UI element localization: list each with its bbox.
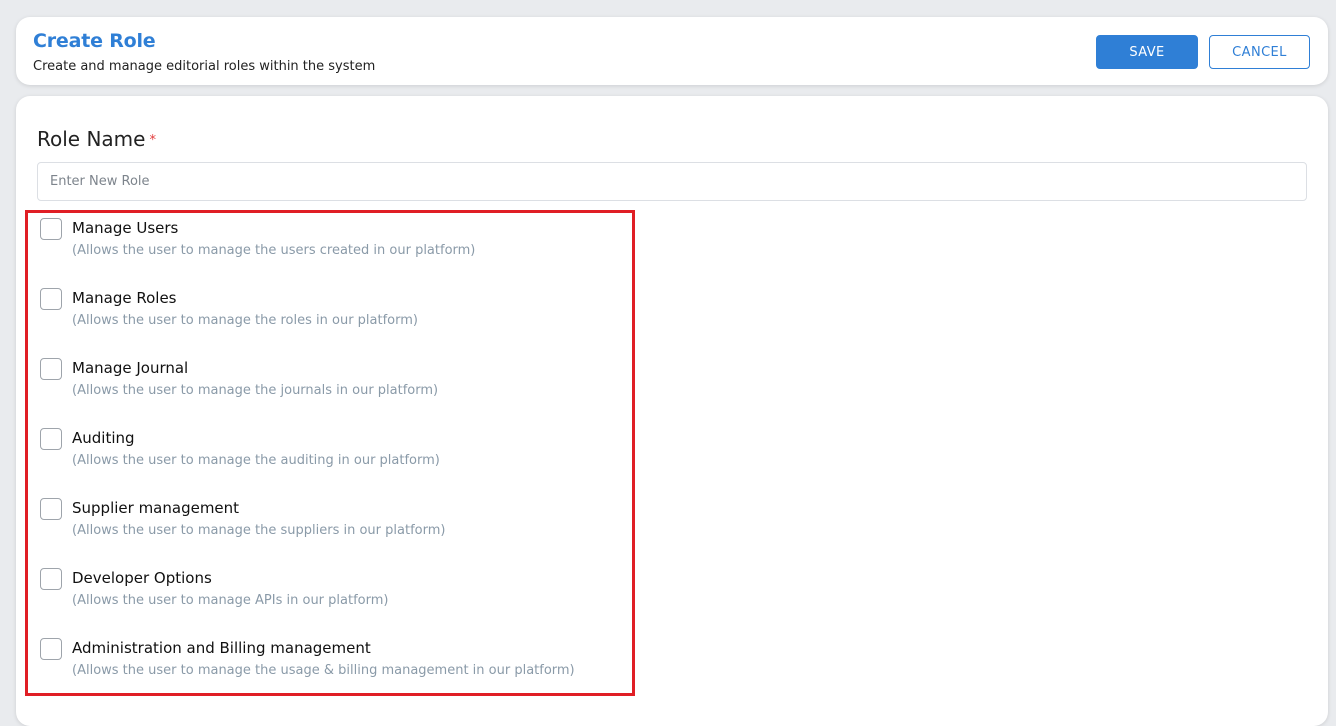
required-marker: * (149, 133, 156, 148)
permission-title: Developer Options (72, 569, 212, 587)
permission-title: Administration and Billing management (72, 639, 371, 657)
manage-journal-checkbox[interactable] (40, 358, 62, 380)
permission-description: (Allows the user to manage the users cre… (72, 243, 476, 258)
permission-title: Supplier management (72, 499, 240, 517)
page-subtitle: Create and manage editorial roles within… (33, 59, 376, 74)
permission-description: (Allows the user to manage the auditing … (72, 453, 440, 468)
administration-billing-checkbox[interactable] (40, 638, 62, 660)
role-name-label-text: Role Name (37, 127, 146, 151)
permission-description: (Allows the user to manage APIs in our p… (72, 593, 389, 608)
permissions-list: Manage Users (Allows the user to manage … (40, 218, 630, 708)
cancel-button[interactable]: CANCEL (1209, 35, 1310, 69)
developer-options-checkbox[interactable] (40, 568, 62, 590)
permission-description: (Allows the user to manage the journals … (72, 383, 439, 398)
auditing-checkbox[interactable] (40, 428, 62, 450)
page-title: Create Role (33, 30, 156, 52)
manage-users-checkbox[interactable] (40, 218, 62, 240)
save-button[interactable]: SAVE (1096, 35, 1198, 69)
permission-item-manage-roles: Manage Roles (Allows the user to manage … (40, 288, 630, 358)
supplier-management-checkbox[interactable] (40, 498, 62, 520)
permission-description: (Allows the user to manage the usage & b… (72, 663, 575, 678)
role-name-label: Role Name * (37, 127, 156, 151)
permission-title: Manage Journal (72, 359, 189, 377)
permission-title: Manage Users (72, 219, 179, 237)
permission-item-manage-users: Manage Users (Allows the user to manage … (40, 218, 630, 288)
permission-title: Auditing (72, 429, 135, 447)
role-name-input[interactable] (37, 162, 1307, 201)
permission-item-administration-billing: Administration and Billing management (A… (40, 638, 630, 708)
permission-item-manage-journal: Manage Journal (Allows the user to manag… (40, 358, 630, 428)
manage-roles-checkbox[interactable] (40, 288, 62, 310)
permission-description: (Allows the user to manage the suppliers… (72, 523, 446, 538)
permission-item-auditing: Auditing (Allows the user to manage the … (40, 428, 630, 498)
permission-item-supplier-management: Supplier management (Allows the user to … (40, 498, 630, 568)
permission-item-developer-options: Developer Options (Allows the user to ma… (40, 568, 630, 638)
permission-description: (Allows the user to manage the roles in … (72, 313, 418, 328)
page-header: Create Role Create and manage editorial … (16, 17, 1328, 85)
permission-title: Manage Roles (72, 289, 177, 307)
